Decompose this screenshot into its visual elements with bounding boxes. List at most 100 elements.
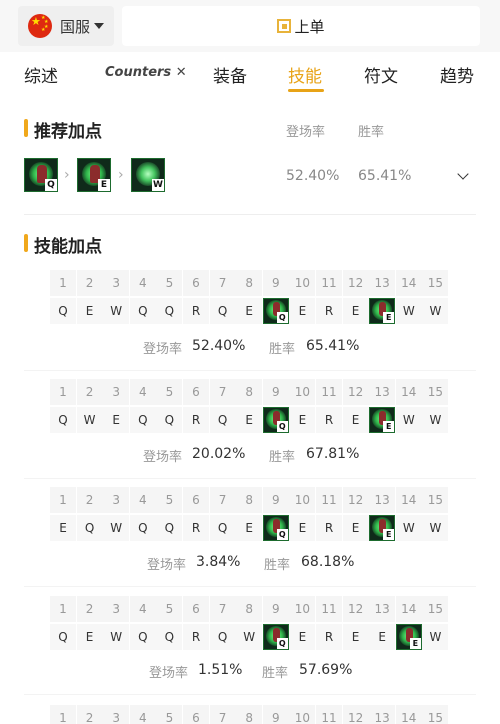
skill-key: E	[342, 298, 369, 324]
skill-key: E	[289, 407, 316, 433]
recommended-title: 推荐加点	[34, 122, 102, 142]
level-number: 2	[76, 596, 103, 622]
skill-level-icon: E	[395, 624, 422, 650]
chevron-right-icon: ›	[118, 167, 124, 183]
skill-key: W	[103, 515, 130, 541]
skill-key: Q	[156, 624, 183, 650]
tab-counters-label: Counters	[105, 65, 172, 80]
level-number: 13	[369, 705, 396, 724]
active-tab-indicator	[288, 89, 324, 92]
level-number: 10	[289, 705, 316, 724]
skill-key: Q	[50, 624, 76, 650]
region-label: 国服	[60, 17, 91, 36]
tab-overview[interactable]: 综述	[24, 62, 58, 87]
skill-key: Q	[209, 298, 236, 324]
skill-key: Q	[156, 298, 183, 324]
tab-items[interactable]: 装备	[213, 62, 247, 87]
pick-rate-label: 登场率	[149, 666, 189, 681]
level-number: 6	[183, 379, 209, 405]
level-number: 6	[183, 487, 209, 513]
level-number: 3	[103, 487, 130, 513]
build-stats: 登场率 52.40% 胜率 65.41%	[0, 338, 500, 358]
level-number: 10	[289, 379, 316, 405]
level-number: 4	[129, 596, 156, 622]
level-number: 7	[209, 596, 236, 622]
chevron-down-icon[interactable]	[457, 168, 469, 180]
skill-key: R	[183, 515, 209, 541]
tab-runes[interactable]: 符文	[364, 62, 398, 87]
level-number: 5	[156, 379, 183, 405]
skill-key: W	[103, 298, 130, 324]
skill-key: Q	[156, 515, 183, 541]
level-number: 12	[342, 596, 369, 622]
level-number: 6	[183, 270, 209, 296]
skill-key: W	[422, 515, 449, 541]
lane-label: 上单	[294, 17, 325, 36]
skill-key: R	[316, 515, 342, 541]
level-number: 12	[342, 379, 369, 405]
skill-level-icon: E	[369, 298, 396, 324]
level-number: 5	[156, 487, 183, 513]
skill-key: E	[76, 298, 103, 324]
recommended-win-rate: 65.41%	[358, 168, 412, 184]
level-number: 8	[236, 379, 263, 405]
level-number: 15	[422, 705, 449, 724]
skill-key: R	[183, 624, 209, 650]
level-number: 1	[50, 487, 76, 513]
level-number: 2	[76, 487, 103, 513]
skill-key: E	[289, 515, 316, 541]
skill-key: E	[289, 624, 316, 650]
level-number: 8	[236, 270, 263, 296]
level-number: 2	[76, 270, 103, 296]
region-selector[interactable]: ★ ★ ★ ★ ★ 国服	[18, 6, 114, 46]
level-number: 9	[262, 487, 289, 513]
win-rate-label: 胜率	[269, 450, 296, 465]
level-number: 5	[156, 596, 183, 622]
level-number: 14	[395, 705, 422, 724]
level-number: 10	[289, 596, 316, 622]
top-lane-icon	[277, 19, 292, 33]
skill-level-icon: Q	[262, 624, 289, 650]
level-number: 4	[129, 270, 156, 296]
skill-order-table: 1 Q 2 W 3 E 4 Q 5 Q 6 R 7 Q 8 E 9 Q 10 E 11 R 12 E 13 E 14 W 15 W	[50, 379, 450, 433]
skill-key: R	[183, 298, 209, 324]
level-number: 4	[129, 379, 156, 405]
skill-key: R	[316, 298, 342, 324]
skill-key: Q	[129, 298, 156, 324]
level-number: 12	[342, 270, 369, 296]
level-number: 1	[50, 596, 76, 622]
level-number: 12	[342, 705, 369, 724]
skill-key: E	[342, 515, 369, 541]
pick-rate-value: 1.51%	[198, 662, 243, 678]
skill-key-label: E	[98, 179, 110, 191]
level-number: 15	[422, 379, 449, 405]
skill-key-label: E	[409, 638, 421, 649]
skill-key: R	[316, 624, 342, 650]
section-divider	[24, 214, 476, 215]
china-flag-icon: ★ ★ ★ ★ ★	[28, 14, 52, 38]
skill-key: E	[369, 624, 396, 650]
skill-order-table: 1 Q 2 E 3 W 4 Q 5 Q 6 R 7 Q 8 W 9 Q 10 E 11 R 12 E 13 E 14 E 15 W	[50, 596, 450, 650]
tab-trends[interactable]: 趋势	[440, 62, 474, 87]
skill-key-label: Q	[276, 312, 288, 323]
win-rate-value: 67.81%	[306, 446, 360, 462]
lane-selector[interactable]: 上单	[122, 6, 480, 46]
skill-key: W	[236, 624, 263, 650]
skill-level-icon: E	[369, 407, 396, 433]
tab-skills[interactable]: 技能	[288, 62, 322, 87]
level-number: 11	[316, 487, 342, 513]
skill-key-label: E	[383, 312, 395, 323]
skill-key: Q	[209, 515, 236, 541]
pick-rate-label: 登场率	[147, 558, 187, 573]
skill-key: R	[183, 407, 209, 433]
skill-key-label: Q	[45, 179, 57, 191]
skill-key-label: E	[383, 529, 395, 540]
skill-key: Q	[129, 515, 156, 541]
win-rate-label: 胜率	[269, 342, 296, 357]
caret-down-icon	[94, 23, 104, 29]
skill-key: E	[50, 515, 76, 541]
pick-rate-value: 52.40%	[192, 338, 246, 354]
tab-counters[interactable]: Counters ✕	[105, 65, 187, 80]
level-number: 8	[236, 487, 263, 513]
level-number: 10	[289, 270, 316, 296]
